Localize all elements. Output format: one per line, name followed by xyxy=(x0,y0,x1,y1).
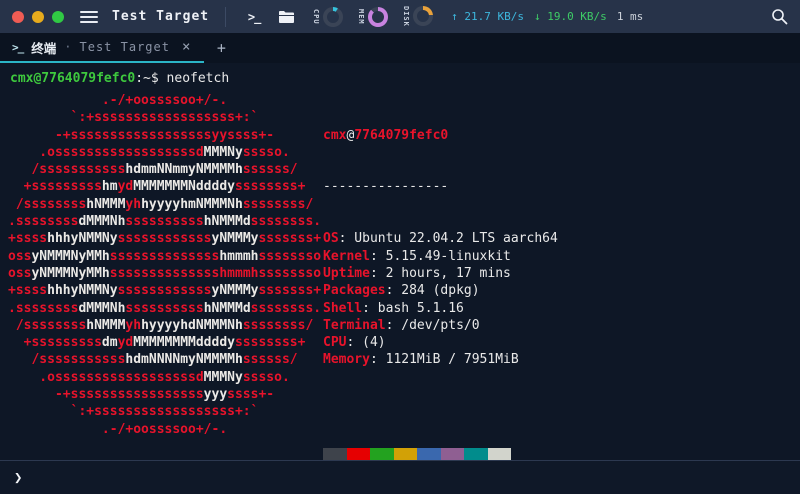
download-speed: ↓ 19.0 KB/s xyxy=(533,10,607,23)
art-line: `:+ssssssssssssssssss+:` xyxy=(8,110,259,126)
mem-gauge[interactable] xyxy=(368,6,389,27)
art-line: +sssshhhyNMMNyssssssssssssyNMMMysssssss+ xyxy=(8,231,322,247)
command-input-bar[interactable]: ❯ xyxy=(0,460,800,494)
prompt-symbol: :~$ xyxy=(135,71,167,86)
prompt-user-host: cmx@7764079fefc0 xyxy=(10,71,136,86)
upload-speed: ↑ 21.7 KB/s xyxy=(451,10,524,23)
art-line: .ssssssssdMMMNhsssssssssshNMMMdssssssss. xyxy=(8,214,322,230)
mem-gauge-label: MEM xyxy=(357,8,366,25)
info-row: Kernel: 5.15.49-linuxkit xyxy=(323,248,511,264)
minimize-window-button[interactable] xyxy=(32,10,44,23)
info-row: Packages: 284 (dpkg) xyxy=(323,283,480,299)
info-row: Uptime: 2 hours, 17 mins xyxy=(323,265,511,281)
window-title: Test Target xyxy=(112,9,210,24)
art-line: /ssssssssssshdmmNNmmyNMMMMhssssss/ xyxy=(8,162,298,178)
neofetch-info-panel: cmx@7764079fefc0 ---------------- OS: Ub… xyxy=(323,92,558,494)
info-row: Shell: bash 5.1.16 xyxy=(323,300,464,316)
latency: 1 ms xyxy=(616,10,644,23)
art-line: .ssssssssdMMMNhsssssssssshNMMMdssssssss. xyxy=(8,300,322,316)
art-line: .-/+oossssoo+/-. xyxy=(8,421,228,437)
neofetch-separator: ---------------- xyxy=(323,179,449,195)
close-window-button[interactable] xyxy=(12,10,24,23)
tab-close-icon[interactable]: × xyxy=(182,39,190,55)
art-line: /sssssssshNMMMyhhyyyyhmNMMMNhssssssss/ xyxy=(8,196,314,212)
art-line: `:+ssssssssssssssssss+:` xyxy=(8,404,259,420)
folder-icon[interactable] xyxy=(274,5,298,29)
art-line: +ssssssssshmydMMMMMMMNddddyssssssss+ xyxy=(8,179,306,195)
neofetch-user-host: cmx@7764079fefc0 xyxy=(323,127,449,143)
art-line: +sssshhhyNMMNyssssssssssssyNMMMysssssss+ xyxy=(8,283,322,299)
new-tab-button[interactable]: + xyxy=(204,33,238,63)
info-row: OS: Ubuntu 22.04.2 LTS aarch64 xyxy=(323,231,558,247)
terminal-icon[interactable]: >_ xyxy=(242,5,266,29)
cpu-gauge[interactable] xyxy=(323,6,344,27)
window-titlebar: Test Target >_ CPU MEM DISK ↑ 21.7 KB/s … xyxy=(0,0,800,33)
tab-bar: >_ 终端 · Test Target × + xyxy=(0,33,800,63)
info-row: Memory: 1121MiB / 7951MiB xyxy=(323,352,519,368)
disk-gauge[interactable] xyxy=(413,6,434,27)
prompt-chevron-icon: ❯ xyxy=(14,469,23,486)
network-stats: ↑ 21.7 KB/s ↓ 19.0 KB/s 1 ms xyxy=(451,10,643,23)
tab-separator: · xyxy=(64,40,72,54)
cpu-gauge-label: CPU xyxy=(312,8,321,25)
tab-title: 终端 xyxy=(31,40,57,56)
neofetch-ascii-art: .-/+oossssoo+/-. `:+ssssssssssssssssss+:… xyxy=(8,92,321,438)
tab-terminal[interactable]: >_ 终端 · Test Target × xyxy=(0,33,205,63)
menu-icon[interactable] xyxy=(80,10,98,23)
art-line: .ossssssssssssssssssdMMMNysssso. xyxy=(8,369,290,385)
mem-gauge-group: MEM xyxy=(357,6,389,27)
info-row: Terminal: /dev/pts/0 xyxy=(323,317,480,333)
art-line: /sssssssshNMMMyhhyyyyhdNMMMNhssssssss/ xyxy=(8,317,314,333)
art-line: .-/+oossssoo+/-. xyxy=(8,93,228,108)
cpu-gauge-group: CPU xyxy=(312,6,344,27)
command-text: neofetch xyxy=(166,71,230,86)
tab-terminal-icon: >_ xyxy=(12,40,24,54)
tab-subtitle: Test Target xyxy=(79,40,170,54)
search-icon[interactable] xyxy=(771,8,788,25)
art-line: ossyNMMMNyMMhsssssssssssssshmmmhssssssso xyxy=(8,248,322,264)
disk-gauge-group: DISK xyxy=(402,6,434,27)
titlebar-divider xyxy=(225,6,227,27)
zoom-window-button[interactable] xyxy=(52,10,64,23)
terminal-output[interactable]: cmx@7764079fefc0:~$ neofetch .-/+oosssso… xyxy=(0,63,800,466)
shell-prompt-line: cmx@7764079fefc0:~$ neofetch xyxy=(10,70,229,87)
disk-gauge-label: DISK xyxy=(402,6,411,27)
art-line: /ssssssssssshdmNNNNmyNMMMMhssssss/ xyxy=(8,352,298,368)
info-row: CPU: (4) xyxy=(323,335,386,351)
art-line: -+ssssssssssssssssssyyssss+- xyxy=(8,127,275,143)
traffic-lights xyxy=(12,10,64,23)
art-line: +sssssssssdmydMMMMMMMMddddyssssssss+ xyxy=(8,335,306,351)
art-line: ossyNMMMNyMMhsssssssssssssshmmmhssssssso xyxy=(8,265,322,281)
art-line: .ossssssssssssssssssdMMMNysssso. xyxy=(8,144,290,160)
art-line: -+sssssssssssssssssyyyssss+- xyxy=(8,387,275,403)
